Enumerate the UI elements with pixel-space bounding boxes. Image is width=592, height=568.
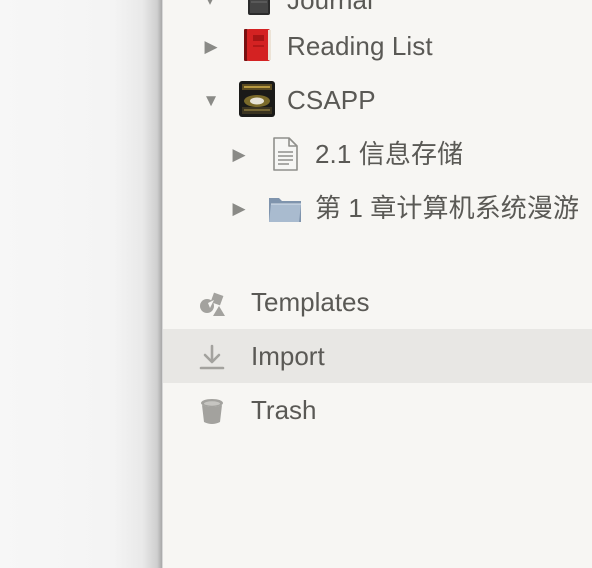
- trash-icon: [201, 399, 223, 424]
- page-item-child[interactable]: ▶ 2.1 信息存储: [163, 127, 592, 181]
- triangle-down-icon[interactable]: ▼: [202, 91, 220, 109]
- page-label: Reading List: [287, 31, 433, 61]
- triangle-right-icon[interactable]: ▶: [202, 37, 220, 55]
- document-icon: [273, 137, 298, 171]
- sidebar-item-label: Templates: [251, 287, 370, 317]
- page-label: 2.1 信息存储: [315, 139, 464, 169]
- page-label: 第 1 章计算机系统漫游: [315, 193, 580, 223]
- sidebar-item-trash[interactable]: Trash: [163, 383, 592, 437]
- sidebar-item-label: Trash: [251, 395, 317, 425]
- sidebar-item-templates[interactable]: Templates: [163, 275, 592, 329]
- page-item-reading-list[interactable]: ▶ Reading List: [163, 19, 592, 73]
- page-item-csapp[interactable]: ▼ CSAPP: [163, 73, 592, 127]
- chevron-down-icon[interactable]: ▾: [201, 0, 219, 9]
- red-book-icon: [244, 29, 271, 61]
- folder-icon: [269, 198, 301, 222]
- sidebar: ▾ Journal ▶ Reading List ▼ CSAPP ▶ 2.1 信…: [162, 0, 592, 568]
- left-pane: [0, 0, 162, 568]
- page-label: CSAPP: [287, 85, 376, 115]
- download-icon: [199, 344, 225, 370]
- triangle-right-icon[interactable]: ▶: [230, 145, 248, 163]
- page-item-child[interactable]: ▶ 第 1 章计算机系统漫游: [163, 181, 592, 235]
- book-cover-icon: [239, 81, 275, 117]
- sidebar-item-import[interactable]: Import: [163, 329, 592, 383]
- black-book-icon: [248, 0, 270, 15]
- triangle-right-icon[interactable]: ▶: [230, 199, 248, 217]
- sidebar-item-label: Import: [251, 341, 325, 371]
- templates-shapes-icon: [200, 292, 225, 316]
